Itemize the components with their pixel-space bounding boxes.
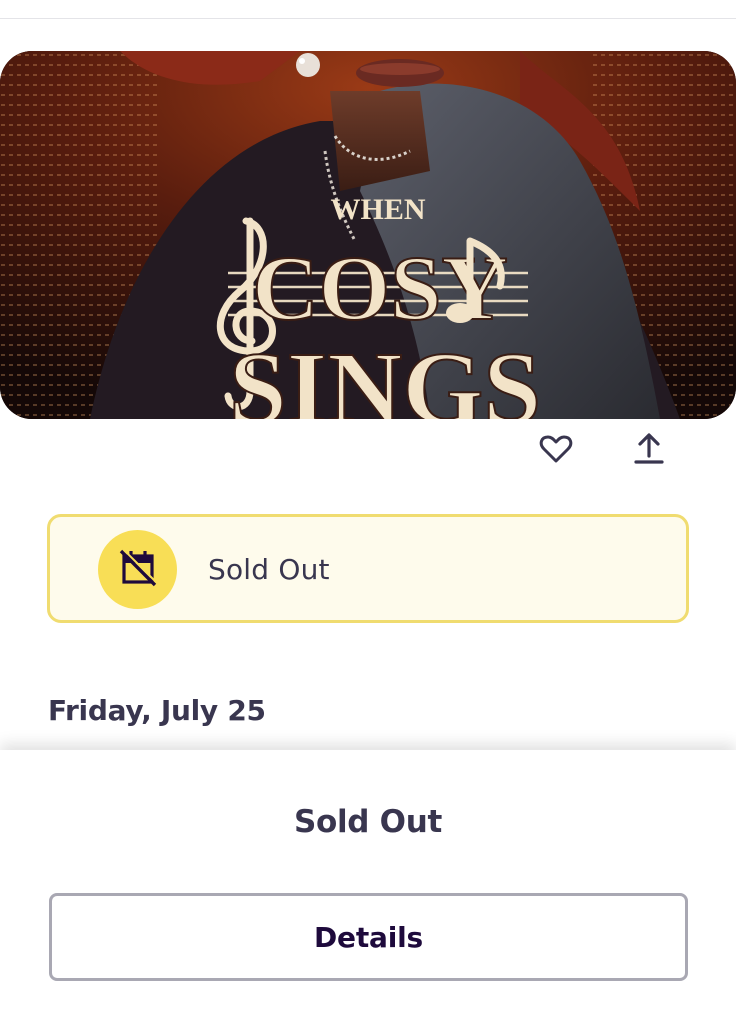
details-button-label: Details — [314, 920, 423, 954]
share-upload-icon — [632, 432, 666, 471]
details-button[interactable]: Details — [49, 893, 688, 981]
svg-text:SINGS: SINGS — [229, 331, 541, 419]
bottom-sheet — [0, 750, 736, 1024]
banner-text: Sold Out — [208, 553, 330, 586]
share-button[interactable] — [627, 429, 671, 473]
ticket-status: Sold Out — [293, 804, 443, 840]
event-hero-image: WHEN COSY SINGS — [0, 51, 736, 419]
calendar-slash-icon — [118, 547, 158, 592]
svg-text:WHEN: WHEN — [330, 193, 425, 226]
banner-icon-circle — [98, 530, 177, 609]
top-bar — [0, 0, 736, 19]
event-date: Friday, July 25 — [48, 694, 266, 727]
sold-out-banner: Sold Out — [47, 514, 689, 623]
heart-icon — [539, 434, 573, 469]
like-button[interactable] — [534, 429, 578, 473]
